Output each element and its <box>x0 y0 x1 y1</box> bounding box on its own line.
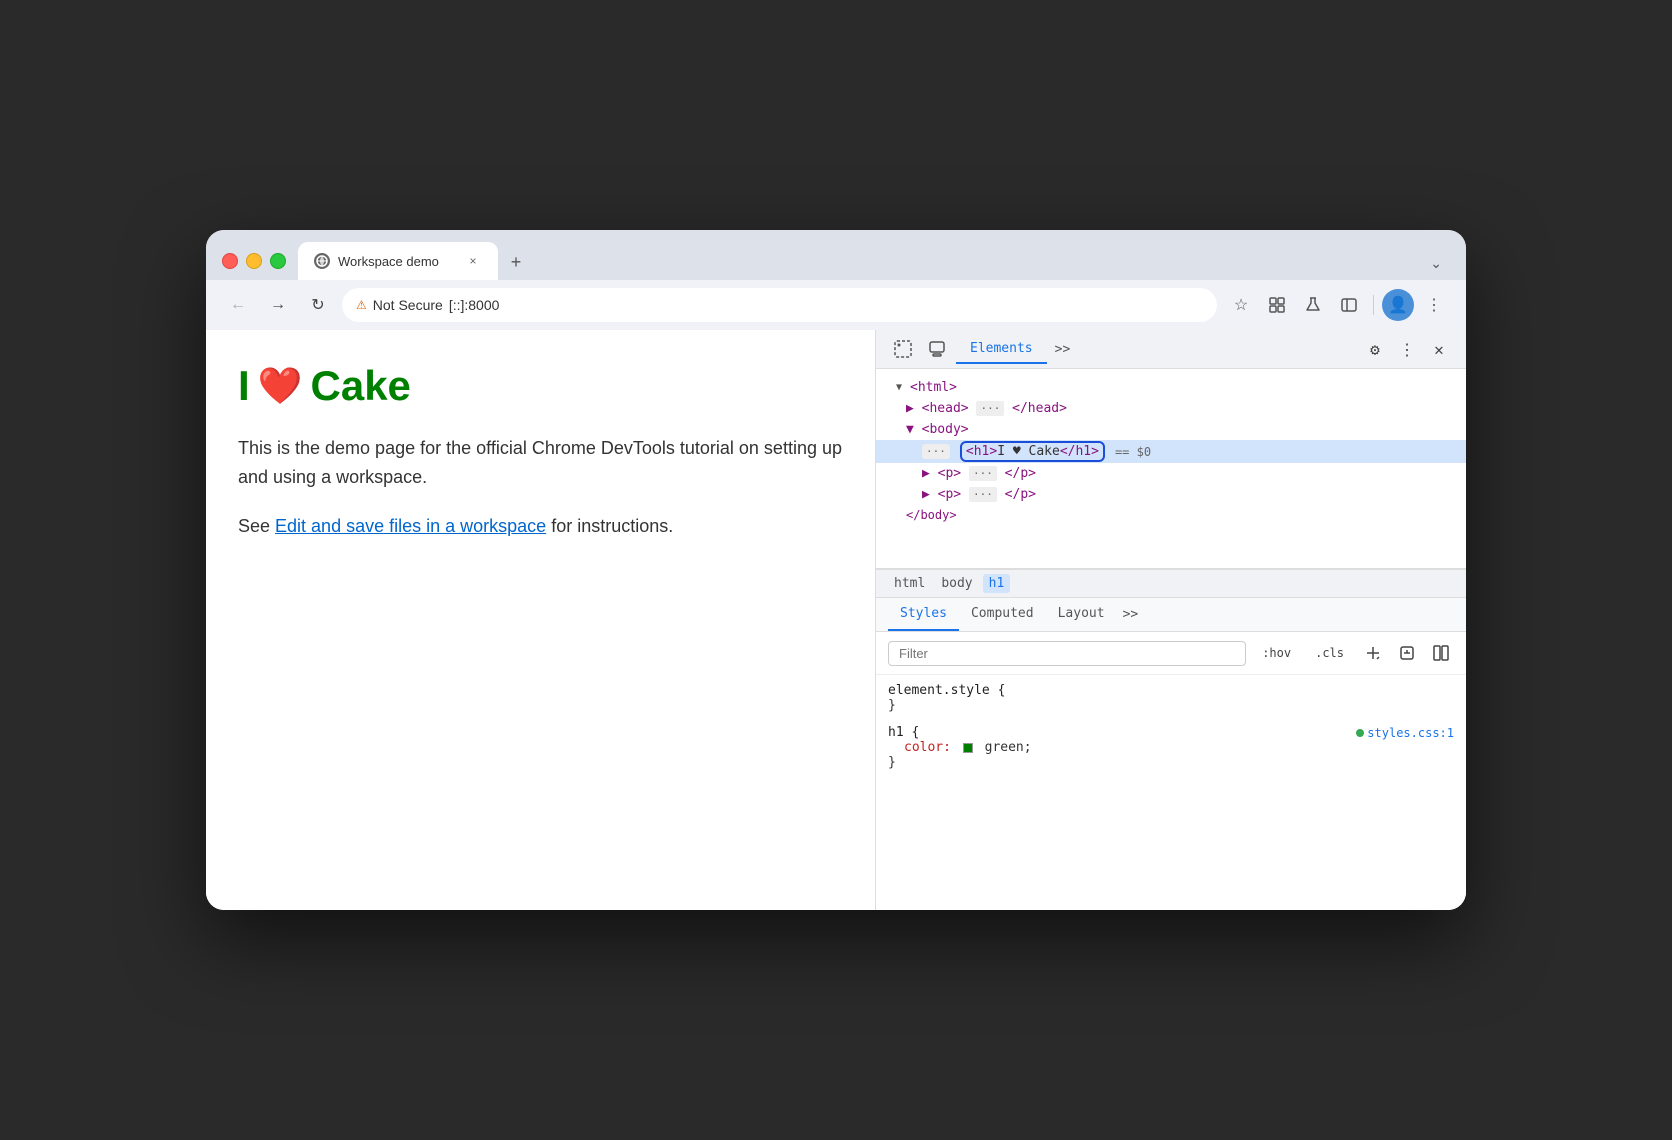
dom-p2-tag: ▶ <p> ··· </p> <box>922 487 1036 502</box>
layout-view-button[interactable] <box>1428 640 1454 666</box>
nav-divider <box>1373 295 1374 315</box>
maximize-button[interactable] <box>270 253 286 269</box>
labs-button[interactable] <box>1297 289 1329 321</box>
title-bar: Workspace demo × + ⌄ <box>206 230 1466 280</box>
dom-more-button[interactable]: ··· <box>922 444 950 459</box>
dom-row-head[interactable]: ▶ <head> ··· </head> <box>876 398 1466 419</box>
settings-button[interactable]: ⚙ <box>1360 334 1390 364</box>
heading-cake: Cake <box>311 362 411 410</box>
profile-button[interactable]: 👤 <box>1382 289 1414 321</box>
extensions-button[interactable] <box>1261 289 1293 321</box>
dom-row-html[interactable]: ▼ <html> <box>876 377 1466 398</box>
dom-row-body-close[interactable]: </body> <box>876 505 1466 525</box>
devtools-panel: Elements >> ⚙ ⋮ ✕ ▼ <html> ▶ <head> ··· … <box>876 330 1466 910</box>
browser-tab[interactable]: Workspace demo × <box>298 242 498 280</box>
tab-dropdown-button[interactable]: ⌄ <box>1422 251 1450 276</box>
filter-bar: :hov .cls <box>876 632 1466 675</box>
cursor-tool-button[interactable] <box>888 334 918 364</box>
address-text: [::]:8000 <box>449 297 500 313</box>
forward-button[interactable]: → <box>262 289 294 321</box>
h1-rule-close: } <box>888 755 896 770</box>
h1-rule-selector: h1 { <box>888 725 919 740</box>
bookmark-button[interactable]: ☆ <box>1225 289 1257 321</box>
dom-row-p1[interactable]: ▶ <p> ··· </p> <box>876 463 1466 484</box>
breadcrumb-body[interactable]: body <box>935 574 978 593</box>
dom-body-close: </body> <box>906 508 957 522</box>
sidebar-button[interactable] <box>1333 289 1365 321</box>
body2-prefix: See <box>238 516 275 536</box>
traffic-lights <box>222 253 286 269</box>
dom-tree: ▼ <html> ▶ <head> ··· </head> ▼ <body> ·… <box>876 369 1466 569</box>
address-bar[interactable]: ⚠ Not Secure [::]:8000 <box>342 288 1217 322</box>
browser-window: Workspace demo × + ⌄ ← → ↻ ⚠ Not Secure … <box>206 230 1466 910</box>
security-icon: ⚠ <box>356 298 367 312</box>
tabs-row: Workspace demo × + ⌄ <box>298 242 1450 280</box>
h1-element: <h1>I ♥ Cake</h1> <box>962 443 1103 460</box>
close-button[interactable] <box>222 253 238 269</box>
tab-favicon <box>314 253 330 269</box>
dom-row-body[interactable]: ▼ <body> <box>876 419 1466 440</box>
heading-i: I <box>238 362 250 410</box>
nav-bar: ← → ↻ ⚠ Not Secure [::]:8000 ☆ <box>206 280 1466 330</box>
element-style-close: } <box>888 698 896 713</box>
element-style-rule: element.style { } <box>888 683 1454 713</box>
main-content: I ❤️ Cake This is the demo page for the … <box>206 330 1466 910</box>
menu-button[interactable]: ⋮ <box>1418 289 1450 321</box>
h1-rule: h1 { styles.css:1 color: green; <box>888 725 1454 770</box>
body2-suffix: for instructions. <box>546 516 673 536</box>
styles-more-tabs[interactable]: >> <box>1117 599 1145 630</box>
cls-button[interactable]: .cls <box>1307 643 1352 663</box>
color-property: color: <box>904 740 951 755</box>
tab-close-button[interactable]: × <box>464 252 482 270</box>
devtools-toolbar: Elements >> ⚙ ⋮ ✕ <box>876 330 1466 369</box>
green-dot-icon <box>1356 729 1364 737</box>
heart-icon: ❤️ <box>258 365 303 407</box>
dom-row-p2[interactable]: ▶ <p> ··· </p> <box>876 484 1466 505</box>
filter-input[interactable] <box>888 641 1246 666</box>
breadcrumb-bar: html body h1 <box>876 569 1466 598</box>
breadcrumb-h1[interactable]: h1 <box>983 574 1011 593</box>
toggle-style-button[interactable] <box>1394 640 1420 666</box>
page-body-2: See Edit and save files in a workspace f… <box>238 512 843 541</box>
dollar-sign: == $0 <box>1115 445 1151 459</box>
tab-styles[interactable]: Styles <box>888 598 959 631</box>
devtools-toolbar-actions: ⚙ ⋮ ✕ <box>1360 334 1454 364</box>
back-button[interactable]: ← <box>222 289 254 321</box>
element-style-selector: element.style { <box>888 683 1005 698</box>
devtools-tabs: Elements >> <box>956 335 1356 364</box>
page-content: I ❤️ Cake This is the demo page for the … <box>206 330 876 910</box>
nav-actions: ☆ � <box>1225 289 1450 321</box>
tab-computed[interactable]: Computed <box>959 598 1046 631</box>
dom-p1-tag: ▶ <p> ··· </p> <box>922 466 1036 481</box>
styles-panel: Styles Computed Layout >> :hov .cls <box>876 598 1466 910</box>
breadcrumb-html[interactable]: html <box>888 574 931 593</box>
workspace-link[interactable]: Edit and save files in a workspace <box>275 516 546 536</box>
expand-icon: ▼ <box>892 382 906 393</box>
new-tab-button[interactable]: + <box>502 248 530 276</box>
dom-row-h1[interactable]: ··· <h1>I ♥ Cake</h1> == $0 <box>876 440 1466 463</box>
close-devtools-button[interactable]: ✕ <box>1424 334 1454 364</box>
color-swatch-container <box>963 740 985 755</box>
dom-head-tag: ▶ <head> ··· </head> <box>906 401 1067 416</box>
tab-title: Workspace demo <box>338 254 456 269</box>
page-heading: I ❤️ Cake <box>238 362 843 410</box>
add-style-button[interactable] <box>1360 640 1386 666</box>
minimize-button[interactable] <box>246 253 262 269</box>
not-secure-label: Not Secure <box>373 297 443 313</box>
css-rules: element.style { } h1 { styles.css:1 <box>876 675 1466 790</box>
device-mode-button[interactable] <box>922 334 952 364</box>
hov-button[interactable]: :hov <box>1254 643 1299 663</box>
more-tabs-button[interactable]: >> <box>1047 336 1079 363</box>
dom-html-tag: <html> <box>910 380 957 395</box>
tab-layout[interactable]: Layout <box>1046 598 1117 631</box>
styles-tabs: Styles Computed Layout >> <box>876 598 1466 632</box>
more-menu-button[interactable]: ⋮ <box>1392 334 1422 364</box>
color-value: green; <box>985 740 1032 755</box>
dom-body-tag: ▼ <body> <box>906 422 969 437</box>
styles-file-link[interactable]: styles.css:1 <box>1356 726 1454 740</box>
refresh-button[interactable]: ↻ <box>302 289 334 321</box>
tab-elements[interactable]: Elements <box>956 335 1047 364</box>
color-swatch[interactable] <box>963 743 973 753</box>
page-body-1: This is the demo page for the official C… <box>238 434 843 492</box>
